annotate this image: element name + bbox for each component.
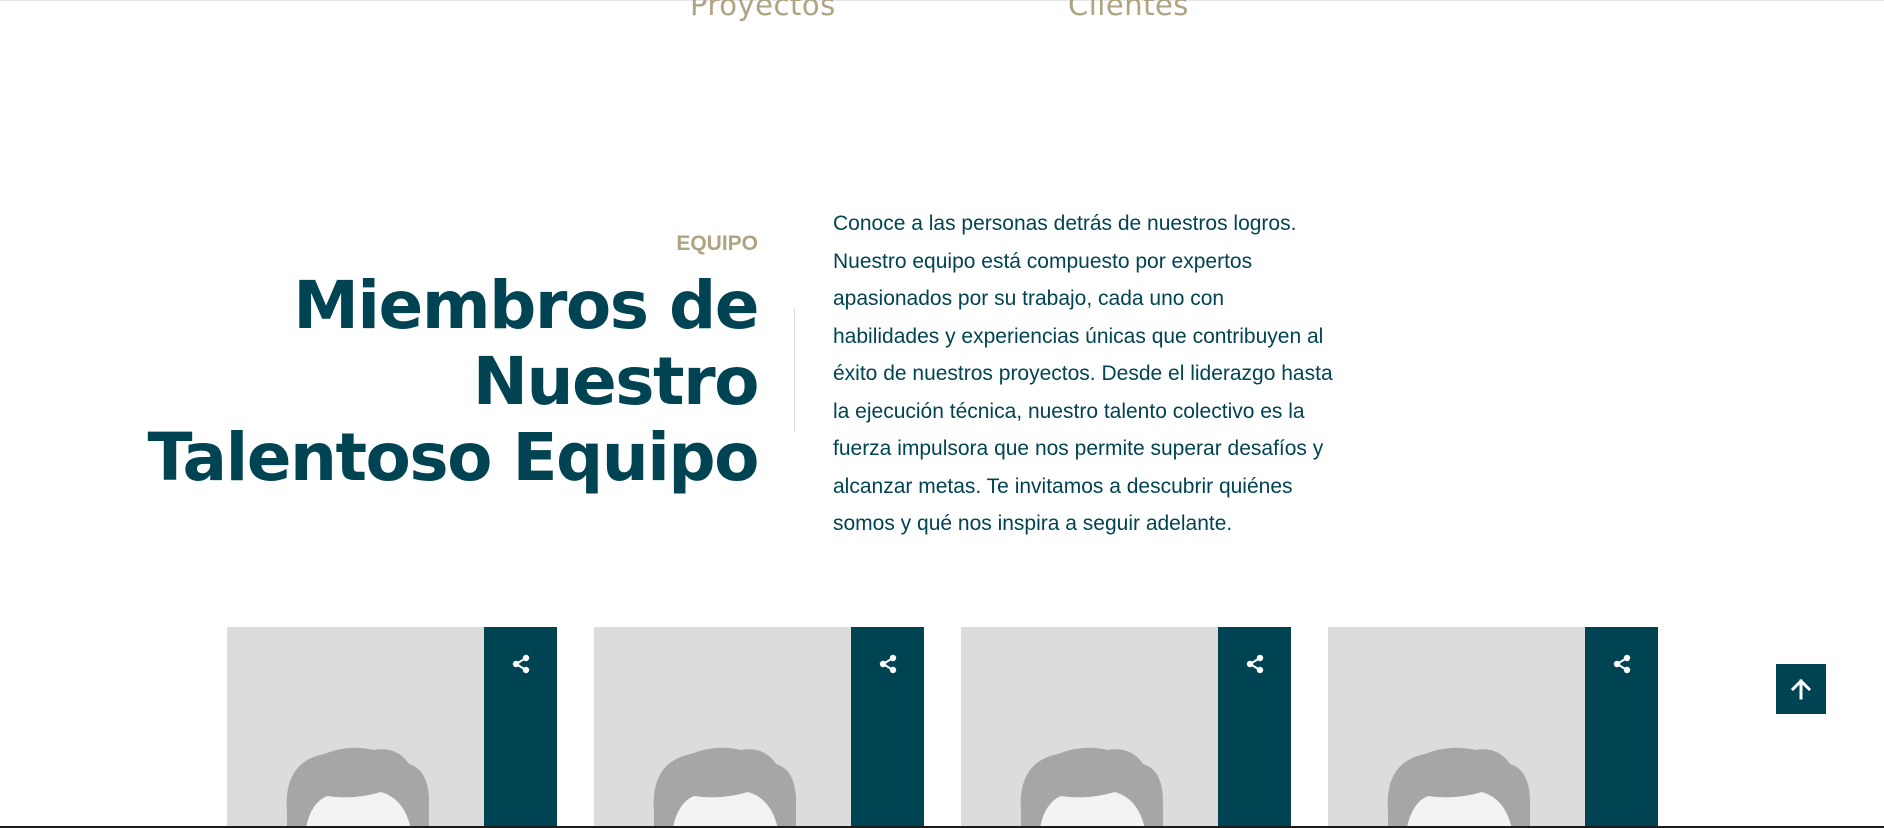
stat-label-proyectos: Proyectos <box>690 0 836 22</box>
share-icon <box>879 654 897 674</box>
vertical-divider <box>794 308 795 432</box>
arrow-up-icon <box>1790 678 1812 700</box>
scroll-to-top-button[interactable] <box>1776 664 1826 714</box>
section-title-line: Talentoso Equipo <box>147 419 760 496</box>
team-member-card <box>961 627 1291 828</box>
description-line: alcanzar metas. Te invitamos a descubrir… <box>833 474 1293 498</box>
share-icon <box>1613 654 1631 674</box>
description-line: habilidades y experiencias únicas que co… <box>833 324 1324 348</box>
description-line: éxito de nuestros proyectos. Desde el li… <box>833 362 1333 385</box>
section-title-line: Miembros de <box>293 267 759 344</box>
description-line: la ejecución técnica, nuestro talento co… <box>833 399 1305 423</box>
avatar-placeholder-icon <box>636 742 806 828</box>
share-button[interactable] <box>484 627 557 828</box>
avatar-placeholder-icon <box>269 742 439 828</box>
share-icon <box>512 654 530 674</box>
section-title-line: Nuestro <box>472 343 760 420</box>
description-line: Conoce a las personas detrás de nuestros… <box>833 212 1297 235</box>
description-line: somos y qué nos inspira a seguir adelant… <box>833 512 1233 535</box>
share-button[interactable] <box>1585 627 1658 828</box>
share-icon <box>1246 654 1264 674</box>
team-member-card <box>1328 627 1658 828</box>
share-button[interactable] <box>1218 627 1291 828</box>
description-line: fuerza impulsora que nos permite superar… <box>833 437 1324 460</box>
description-line: apasionados por su trabajo, cada uno con <box>833 287 1225 310</box>
description-line: Nuestro equipo está compuesto por expert… <box>833 249 1253 273</box>
avatar-placeholder-icon <box>1003 742 1173 828</box>
share-button[interactable] <box>851 627 924 828</box>
top-border <box>0 0 1884 1</box>
section-description: Conoce a las personas detrás de nuestros… <box>833 205 1393 543</box>
avatar-placeholder-icon <box>1370 742 1540 828</box>
section-eyebrow: EQUIPO <box>676 232 758 255</box>
section-title: Miembros de Nuestro Talentoso Equipo <box>138 267 760 496</box>
stat-label-clientes: Clientes <box>1068 0 1189 22</box>
team-member-card <box>227 627 557 828</box>
team-member-card <box>594 627 924 828</box>
